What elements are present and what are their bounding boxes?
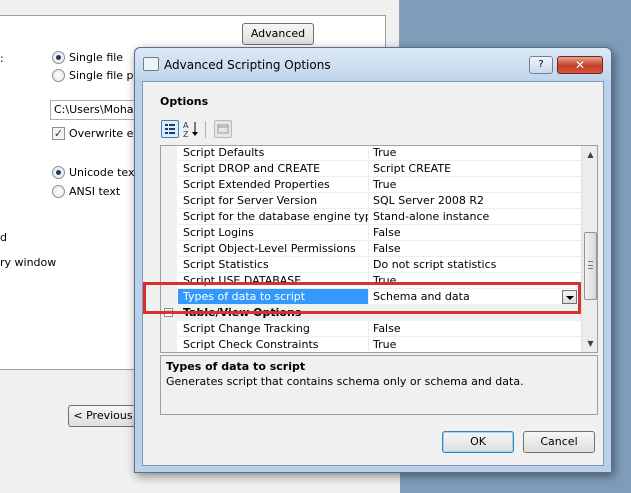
ok-button[interactable]: OK — [442, 431, 514, 453]
dialog-title: Advanced Scripting Options — [164, 58, 331, 72]
property-name: Script Logins — [178, 225, 368, 241]
label-fragment-colon: : — [0, 52, 4, 65]
property-name: Script Defaults — [178, 146, 368, 161]
ansi-text-label: ANSI text — [69, 185, 121, 198]
close-button[interactable]: ✕ — [557, 56, 603, 74]
description-panel: Types of data to script Generates script… — [160, 355, 598, 415]
property-row[interactable]: Script Logins False — [161, 225, 581, 241]
scroll-thumb[interactable] — [584, 232, 597, 300]
alphabetical-view-button[interactable]: A Z — [182, 120, 200, 139]
property-row[interactable]: Script for the database engine type Stan… — [161, 209, 581, 225]
vertical-scrollbar[interactable]: ▲ ▼ — [581, 146, 597, 352]
property-name: Script Check Constraints — [178, 337, 368, 352]
property-row[interactable]: Script Change Tracking False — [161, 321, 581, 337]
help-button[interactable]: ? — [529, 56, 553, 74]
overwrite-label: Overwrite exi — [69, 127, 143, 140]
description-text: Generates script that contains schema on… — [166, 375, 524, 388]
advanced-scripting-options-dialog: Advanced Scripting Options ? ✕ Options A… — [134, 47, 612, 473]
property-pages-button[interactable] — [214, 120, 232, 138]
property-row[interactable]: Script Object-Level Permissions False — [161, 241, 581, 257]
property-row[interactable]: Script for Server Version SQL Server 200… — [161, 193, 581, 209]
categorized-icon — [165, 124, 175, 134]
unicode-text-radio[interactable] — [52, 166, 65, 179]
property-value[interactable]: False — [369, 225, 581, 241]
property-row[interactable]: Script Extended Properties True — [161, 177, 581, 193]
grip-icon — [588, 261, 593, 269]
scroll-up-icon[interactable]: ▲ — [582, 146, 597, 163]
property-value[interactable]: Stand-alone instance — [369, 209, 581, 225]
single-file-radio[interactable] — [52, 51, 65, 64]
row-gutter — [161, 257, 177, 273]
property-name: Script for the database engine type — [178, 209, 368, 225]
property-grid[interactable]: Script Defaults True Script DROP and CRE… — [160, 145, 598, 353]
description-title: Types of data to script — [166, 360, 306, 373]
dialog-titlebar[interactable]: Advanced Scripting Options ? ✕ — [135, 48, 611, 80]
property-value[interactable]: False — [369, 321, 581, 337]
single-file-label: Single file — [69, 51, 124, 64]
property-row[interactable]: Script Check Constraints True — [161, 337, 581, 352]
overwrite-checkbox[interactable]: ✓ — [52, 127, 65, 140]
property-value[interactable]: True — [369, 337, 581, 352]
property-value[interactable]: True — [369, 177, 581, 193]
advanced-button[interactable]: Advanced — [242, 23, 314, 45]
property-value[interactable]: SQL Server 2008 R2 — [369, 193, 581, 209]
cancel-button[interactable]: Cancel — [523, 431, 595, 453]
property-name: Script for Server Version — [178, 193, 368, 209]
property-name: Script Change Tracking — [178, 321, 368, 337]
row-gutter — [161, 209, 177, 225]
previous-button[interactable]: < Previous — [68, 405, 138, 427]
row-gutter — [161, 193, 177, 209]
options-label: Options — [160, 95, 209, 108]
svg-text:A: A — [183, 121, 189, 130]
property-row[interactable]: Script DROP and CREATE Script CREATE — [161, 161, 581, 177]
property-pages-icon — [217, 124, 229, 134]
label-fragment-window: ry window — [0, 256, 57, 269]
property-value[interactable]: True — [369, 146, 581, 161]
svg-text:Z: Z — [183, 130, 189, 138]
property-value[interactable]: False — [369, 241, 581, 257]
sort-az-icon: A Z — [183, 121, 198, 139]
row-gutter — [161, 225, 177, 241]
unicode-text-label: Unicode text — [69, 166, 139, 179]
property-name: Script DROP and CREATE — [178, 161, 368, 177]
row-gutter — [161, 241, 177, 257]
scroll-down-icon[interactable]: ▼ — [582, 335, 597, 352]
row-gutter — [161, 177, 177, 193]
toolbar-separator — [205, 121, 206, 138]
property-row[interactable]: Script Defaults True — [161, 146, 581, 161]
property-name: Script Object-Level Permissions — [178, 241, 368, 257]
dialog-client-area: Options A Z Script Defaults True Script … — [142, 81, 604, 466]
scroll-icon — [143, 57, 159, 71]
label-fragment-d: d — [0, 231, 7, 244]
file-path-input[interactable]: C:\Users\Moham — [50, 100, 140, 120]
property-name: Script Statistics — [178, 257, 368, 273]
property-name: Script Extended Properties — [178, 177, 368, 193]
row-gutter — [161, 337, 177, 352]
row-gutter — [161, 161, 177, 177]
property-value[interactable]: Do not script statistics — [369, 257, 581, 273]
row-gutter — [161, 146, 177, 161]
property-value[interactable]: Script CREATE — [369, 161, 581, 177]
selection-highlight-box — [143, 282, 581, 314]
row-gutter — [161, 321, 177, 337]
single-file-per-object-radio[interactable] — [52, 69, 65, 82]
ansi-text-radio[interactable] — [52, 185, 65, 198]
property-row[interactable]: Script Statistics Do not script statisti… — [161, 257, 581, 273]
categorized-view-button[interactable] — [161, 120, 179, 138]
